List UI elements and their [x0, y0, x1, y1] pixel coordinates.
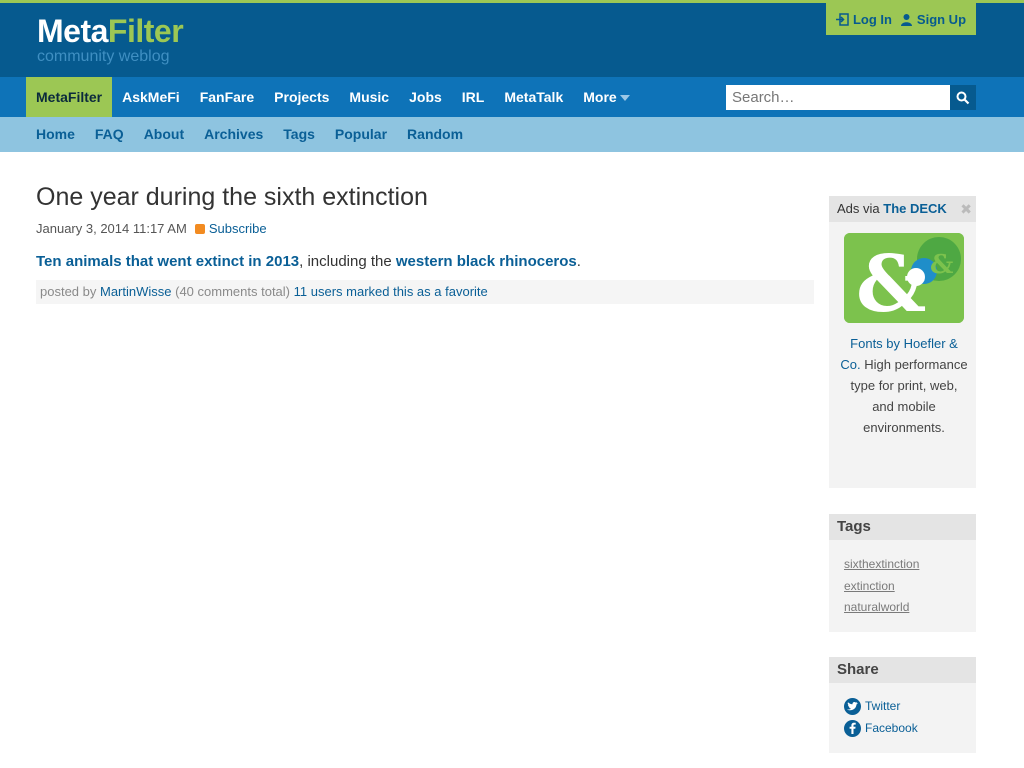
- nav-item-metafilter[interactable]: MetaFilter: [26, 77, 113, 117]
- search-button[interactable]: [950, 85, 976, 110]
- posted-by-label: posted by: [40, 284, 100, 299]
- comment-count: (40 comments total): [171, 284, 294, 299]
- subnav-about[interactable]: About: [144, 117, 184, 152]
- search-icon: [956, 91, 970, 104]
- search-input[interactable]: [726, 85, 950, 110]
- share-box: Share Twitter Facebook: [829, 657, 976, 753]
- sub-nav: Home FAQ About Archives Tags Popular Ran…: [0, 117, 1024, 152]
- post-link-extinct-animals[interactable]: Ten animals that went extinct in 2013: [36, 253, 299, 270]
- post-meta: January 3, 2014 11:17 AM Subscribe: [36, 220, 267, 238]
- nav-more-label: More: [583, 89, 617, 105]
- auth-bar: Log In Sign Up: [826, 3, 976, 35]
- subnav-faq[interactable]: FAQ: [95, 117, 124, 152]
- subnav-popular[interactable]: Popular: [335, 117, 387, 152]
- share-list: Twitter Facebook: [829, 683, 976, 739]
- author-link[interactable]: MartinWisse: [100, 284, 172, 299]
- share-twitter-label: Twitter: [865, 699, 901, 713]
- deck-link[interactable]: The DECK: [883, 201, 947, 216]
- close-icon[interactable]: ✖: [960, 196, 972, 222]
- share-twitter[interactable]: Twitter: [844, 695, 976, 717]
- nav-item-fanfare[interactable]: FanFare: [190, 77, 264, 117]
- subnav-archives[interactable]: Archives: [204, 117, 263, 152]
- chevron-down-icon: [619, 95, 630, 102]
- facebook-icon: [844, 719, 861, 737]
- post-date: January 3, 2014 11:17 AM: [36, 221, 187, 236]
- search-form: [726, 85, 976, 110]
- tag-link[interactable]: naturalworld: [844, 597, 976, 619]
- tag-link[interactable]: sixthextinction: [844, 554, 976, 576]
- subscribe-link[interactable]: Subscribe: [194, 220, 267, 238]
- login-icon: [835, 12, 849, 26]
- ad-text: Fonts by Hoefler & Co. High performance …: [839, 333, 969, 438]
- nav-item-irl[interactable]: IRL: [452, 77, 495, 117]
- share-facebook[interactable]: Facebook: [844, 717, 976, 739]
- ad-description: High performance type for print, web, an…: [850, 357, 968, 435]
- share-facebook-label: Facebook: [865, 721, 918, 735]
- subnav-tags[interactable]: Tags: [283, 117, 315, 152]
- nav-item-more[interactable]: More: [573, 77, 639, 117]
- tag-list: sixthextinction extinction naturalworld: [829, 540, 976, 619]
- login-label: Log In: [852, 11, 892, 27]
- favorites-link[interactable]: 11 users marked this as a favorite: [294, 284, 488, 299]
- nav-item-music[interactable]: Music: [339, 77, 399, 117]
- signup-label: Sign Up: [916, 11, 967, 27]
- twitter-icon: [844, 697, 861, 715]
- ads-label: Ads via: [837, 201, 884, 216]
- share-heading: Share: [829, 657, 976, 683]
- post-text-mid: , including the: [299, 253, 396, 270]
- post-text-end: .: [576, 253, 581, 270]
- site-logo[interactable]: MetaFilter: [37, 13, 184, 49]
- login-link[interactable]: Log In: [835, 11, 892, 27]
- subscribe-label: Subscribe: [208, 221, 267, 236]
- nav-item-jobs[interactable]: Jobs: [399, 77, 452, 117]
- ads-box: Ads via The DECK ✖ & & Fonts by Hoefler …: [829, 196, 976, 488]
- nav-item-askmefi[interactable]: AskMeFi: [112, 77, 190, 117]
- logo-meta-text: Meta: [37, 13, 108, 49]
- post-body: Ten animals that went extinct in 2013, i…: [36, 252, 581, 272]
- nav-item-metatalk[interactable]: MetaTalk: [494, 77, 573, 117]
- site-tagline: community weblog: [37, 48, 170, 65]
- rss-icon: [194, 224, 205, 234]
- ad-image[interactable]: & &: [844, 233, 964, 323]
- signup-link[interactable]: Sign Up: [900, 12, 966, 27]
- tags-box: Tags sixthextinction extinction naturalw…: [829, 514, 976, 632]
- user-icon: [900, 13, 912, 26]
- tag-link[interactable]: extinction: [844, 576, 976, 598]
- post-title: One year during the sixth extinction: [36, 183, 428, 211]
- subnav-random[interactable]: Random: [407, 117, 463, 152]
- tags-heading: Tags: [829, 514, 976, 540]
- post-byline: posted by MartinWisse (40 comments total…: [36, 280, 814, 304]
- ads-header: Ads via The DECK ✖: [829, 196, 976, 222]
- svg-text:&: &: [930, 250, 953, 280]
- nav-item-projects[interactable]: Projects: [264, 77, 339, 117]
- ampersand-logo: & &: [844, 233, 964, 323]
- subnav-home[interactable]: Home: [36, 117, 75, 152]
- logo-filter-text: Filter: [107, 13, 184, 49]
- svg-text:&: &: [856, 239, 926, 323]
- post-link-rhinoceros[interactable]: western black rhinoceros: [396, 253, 577, 270]
